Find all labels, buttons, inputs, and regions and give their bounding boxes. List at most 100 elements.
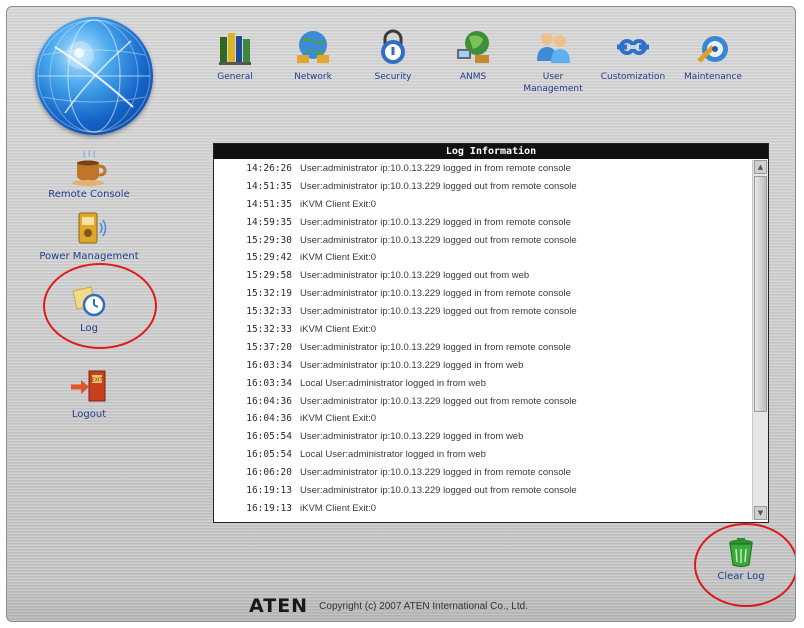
log-entry-message: User:administrator ip:10.0.13.229 logged… bbox=[300, 431, 524, 443]
sidebar-label-power-management: Power Management bbox=[39, 251, 139, 262]
log-entry: 15:32:19 User:administrator ip:10.0.13.22… bbox=[214, 285, 752, 303]
log-entry-time: 16:03:34 bbox=[246, 359, 292, 371]
log-entry-time: 16:04:36 bbox=[246, 413, 292, 425]
log-entry-message: iKVM Client Exit:0 bbox=[300, 198, 377, 210]
log-entry-message: User:administrator ip:10.0.13.229 logged… bbox=[300, 180, 577, 192]
network-devices-icon bbox=[457, 31, 489, 63]
log-entry: 15:29:30 User:administrator ip:10.0.13.22… bbox=[214, 232, 752, 250]
sidebar-label-logout: Logout bbox=[71, 409, 107, 420]
log-entry-time: 15:37:20 bbox=[246, 341, 292, 353]
log-entry: 15:32:33 iKVM Client Exit:0 bbox=[214, 321, 752, 339]
sidebar-label-remote-console: Remote Console bbox=[48, 189, 130, 200]
log-entry-time: 16:03:34 bbox=[246, 377, 292, 389]
nav-general-label: General bbox=[217, 72, 253, 82]
copyright-text: Copyright (c) 2007 ATEN International Co… bbox=[319, 600, 528, 612]
log-entry-time: 15:29:58 bbox=[246, 270, 292, 282]
log-entry: 14:51:35 User:administrator ip:10.0.13.22… bbox=[214, 178, 752, 196]
log-entry-time: 16:04:36 bbox=[246, 395, 292, 407]
nav-anms[interactable]: ANMS bbox=[433, 27, 513, 83]
log-entry-message: Local User:administrator logged in from … bbox=[300, 449, 486, 461]
top-navigation: General Network Security ANMS User Manag… bbox=[195, 27, 795, 127]
coffee-cup-icon bbox=[72, 149, 107, 186]
log-entry: 16:03:34 Local User:administrator logged … bbox=[214, 375, 752, 393]
nav-customization-label: Customization bbox=[600, 72, 666, 82]
log-entry: 16:03:34 User:administrator ip:10.0.13.22… bbox=[214, 357, 752, 375]
sidebar-item-power-management[interactable]: Power Management bbox=[29, 209, 149, 262]
nav-general[interactable]: General bbox=[195, 27, 275, 83]
scroll-down-button[interactable]: ▼ bbox=[754, 506, 767, 520]
log-scrollbar[interactable]: ▲ ▼ bbox=[752, 160, 768, 520]
nav-user-management[interactable]: User Management bbox=[513, 27, 593, 95]
sidebar-item-logout[interactable]: EXIT Logout bbox=[29, 367, 149, 420]
log-entry: 16:04:36 User:administrator ip:10.0.13.22… bbox=[214, 393, 752, 411]
log-entry-message: User:administrator ip:10.0.13.229 logged… bbox=[300, 485, 577, 497]
log-entry-time: 16:05:54 bbox=[246, 449, 292, 461]
sidebar-item-remote-console[interactable]: Remote Console bbox=[29, 147, 149, 200]
log-panel: Log Information 14:26:26 User:administrat… bbox=[213, 143, 769, 523]
log-entry-message: User:administrator ip:10.0.13.229 logged… bbox=[300, 306, 577, 318]
log-list: 14:26:26 User:administrator ip:10.0.13.22… bbox=[214, 160, 752, 520]
log-entry-message: User:administrator ip:10.0.13.229 logged… bbox=[300, 270, 530, 282]
scroll-up-button[interactable]: ▲ bbox=[754, 160, 767, 174]
log-entry: 15:32:33 User:administrator ip:10.0.13.22… bbox=[214, 303, 752, 321]
log-entry-time: 15:29:42 bbox=[246, 252, 292, 264]
log-entry-message: iKVM Client Exit:0 bbox=[300, 502, 377, 514]
log-entry-message: iKVM Client Exit:0 bbox=[300, 413, 377, 425]
network-globe-icon bbox=[297, 31, 329, 63]
log-entry-message: User:administrator ip:10.0.13.229 logged… bbox=[300, 467, 571, 479]
log-entry: 16:06:20 User:administrator ip:10.0.13.22… bbox=[214, 464, 752, 482]
wrench-icon bbox=[617, 39, 649, 55]
maintenance-icon bbox=[697, 36, 728, 63]
log-entry-time: 15:29:30 bbox=[246, 234, 292, 246]
nav-anms-label: ANMS bbox=[459, 72, 487, 82]
log-entry: 14:26:26 User:administrator ip:10.0.13.22… bbox=[214, 160, 752, 178]
log-entry: 16:05:54 Local User:administrator logged … bbox=[214, 446, 752, 464]
exit-door-icon: EXIT bbox=[71, 370, 106, 402]
log-entry: 16:05:54 User:administrator ip:10.0.13.22… bbox=[214, 428, 752, 446]
log-entry-message: User:administrator ip:10.0.13.229 logged… bbox=[300, 359, 524, 371]
clear-log-highlight-circle bbox=[694, 523, 795, 607]
log-entry: 16:19:13 User:administrator ip:10.0.13.22… bbox=[214, 482, 752, 500]
aten-logo: ATEN bbox=[249, 595, 309, 617]
nav-network[interactable]: Network bbox=[273, 27, 353, 83]
log-entry-time: 15:32:33 bbox=[246, 306, 292, 318]
log-entry-time: 15:32:33 bbox=[246, 324, 292, 336]
log-entry: 15:29:58 User:administrator ip:10.0.13.22… bbox=[214, 267, 752, 285]
log-entry-time: 15:32:19 bbox=[246, 288, 292, 300]
scroll-thumb[interactable] bbox=[754, 176, 767, 412]
log-entry: 14:59:35 User:administrator ip:10.0.13.22… bbox=[214, 214, 752, 232]
nav-customization[interactable]: Customization bbox=[593, 27, 673, 83]
log-entry-time: 14:59:35 bbox=[246, 216, 292, 228]
log-entry-time: 16:19:13 bbox=[246, 502, 292, 514]
globe-logo bbox=[35, 17, 153, 135]
log-entry-message: iKVM Client Exit:0 bbox=[300, 324, 377, 336]
log-entry-message: Local User:administrator logged in from … bbox=[300, 377, 486, 389]
log-entry: 15:29:42 iKVM Client Exit:0 bbox=[214, 249, 752, 267]
nav-network-label: Network bbox=[294, 72, 332, 82]
log-entry-time: 14:51:35 bbox=[246, 198, 292, 210]
log-entry-time: 16:05:54 bbox=[246, 431, 292, 443]
users-icon bbox=[537, 33, 570, 63]
nav-security-label: Security bbox=[374, 72, 412, 82]
books-icon bbox=[219, 33, 251, 65]
svg-text:EXIT: EXIT bbox=[91, 378, 103, 384]
log-entry-message: User:administrator ip:10.0.13.229 logged… bbox=[300, 395, 577, 407]
log-panel-title: Log Information bbox=[214, 144, 768, 159]
log-entry-time: 16:06:20 bbox=[246, 467, 292, 479]
log-entry: 16:04:36 iKVM Client Exit:0 bbox=[214, 410, 752, 428]
log-entry-message: iKVM Client Exit:0 bbox=[300, 252, 377, 264]
padlock-icon bbox=[381, 29, 405, 64]
log-entry-time: 14:51:35 bbox=[246, 180, 292, 192]
log-highlight-circle bbox=[43, 263, 157, 349]
log-entry-message: User:administrator ip:10.0.13.229 logged… bbox=[300, 288, 571, 300]
footer: ATEN Copyright (c) 2007 ATEN Internation… bbox=[249, 595, 528, 617]
log-entry: 15:37:20 User:administrator ip:10.0.13.22… bbox=[214, 339, 752, 357]
log-entry-time: 16:19:13 bbox=[246, 485, 292, 497]
log-entry-message: User:administrator ip:10.0.13.229 logged… bbox=[300, 216, 571, 228]
nav-security[interactable]: Security bbox=[353, 27, 433, 83]
power-icon bbox=[78, 212, 107, 244]
log-entry-time: 14:26:26 bbox=[246, 163, 292, 174]
nav-maintenance[interactable]: Maintenance bbox=[673, 27, 753, 83]
log-entry-message: User:administrator ip:10.0.13.229 logged… bbox=[300, 341, 571, 353]
log-entry-message: User:administrator ip:10.0.13.229 logged… bbox=[300, 163, 571, 174]
